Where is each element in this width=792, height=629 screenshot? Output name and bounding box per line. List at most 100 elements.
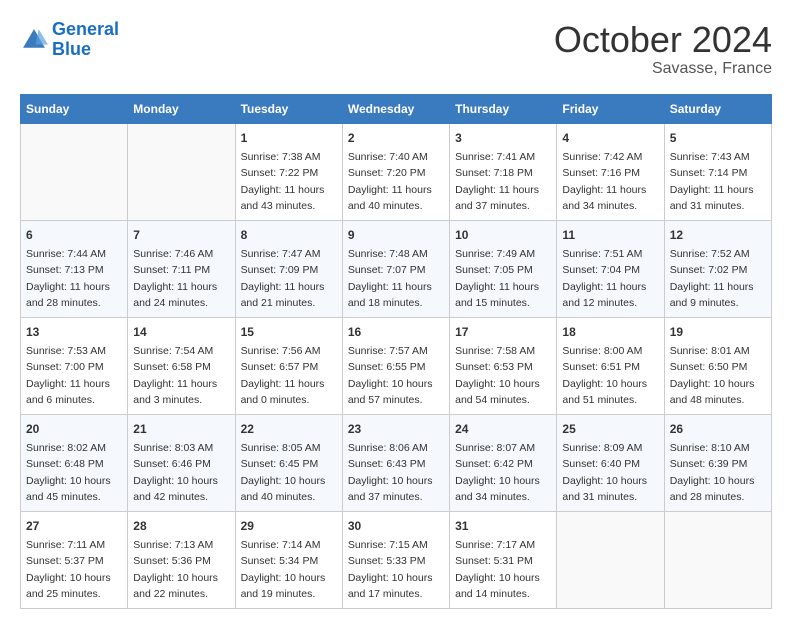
day-info: Sunrise: 8:07 AMSunset: 6:42 PMDaylight:…: [455, 442, 540, 504]
calendar-cell-w5-d7: [664, 511, 771, 608]
calendar-cell-w1-d1: [21, 123, 128, 220]
page-header: General Blue October 2024 Savasse, Franc…: [20, 20, 772, 78]
day-info: Sunrise: 8:10 AMSunset: 6:39 PMDaylight:…: [670, 442, 755, 504]
day-info: Sunrise: 8:01 AMSunset: 6:50 PMDaylight:…: [670, 345, 755, 407]
calendar-body: 1 Sunrise: 7:38 AMSunset: 7:22 PMDayligh…: [21, 123, 772, 608]
calendar-cell-w4-d5: 24 Sunrise: 8:07 AMSunset: 6:42 PMDaylig…: [450, 414, 557, 511]
day-number: 28: [133, 517, 229, 535]
calendar-cell-w4-d2: 21 Sunrise: 8:03 AMSunset: 6:46 PMDaylig…: [128, 414, 235, 511]
day-info: Sunrise: 7:51 AMSunset: 7:04 PMDaylight:…: [562, 248, 646, 310]
day-number: 24: [455, 420, 551, 438]
day-info: Sunrise: 7:40 AMSunset: 7:20 PMDaylight:…: [348, 151, 432, 213]
calendar-cell-w5-d3: 29 Sunrise: 7:14 AMSunset: 5:34 PMDaylig…: [235, 511, 342, 608]
calendar-cell-w3-d1: 13 Sunrise: 7:53 AMSunset: 7:00 PMDaylig…: [21, 317, 128, 414]
calendar-cell-w2-d5: 10 Sunrise: 7:49 AMSunset: 7:05 PMDaylig…: [450, 220, 557, 317]
day-info: Sunrise: 7:14 AMSunset: 5:34 PMDaylight:…: [241, 539, 326, 601]
calendar-cell-w3-d6: 18 Sunrise: 8:00 AMSunset: 6:51 PMDaylig…: [557, 317, 664, 414]
calendar-cell-w2-d6: 11 Sunrise: 7:51 AMSunset: 7:04 PMDaylig…: [557, 220, 664, 317]
calendar-cell-w3-d4: 16 Sunrise: 7:57 AMSunset: 6:55 PMDaylig…: [342, 317, 449, 414]
week-row-2: 6 Sunrise: 7:44 AMSunset: 7:13 PMDayligh…: [21, 220, 772, 317]
day-number: 7: [133, 226, 229, 244]
col-saturday: Saturday: [664, 94, 771, 123]
calendar-cell-w1-d5: 3 Sunrise: 7:41 AMSunset: 7:18 PMDayligh…: [450, 123, 557, 220]
day-number: 16: [348, 323, 444, 341]
calendar-cell-w2-d1: 6 Sunrise: 7:44 AMSunset: 7:13 PMDayligh…: [21, 220, 128, 317]
day-number: 11: [562, 226, 658, 244]
day-number: 9: [348, 226, 444, 244]
day-info: Sunrise: 7:38 AMSunset: 7:22 PMDaylight:…: [241, 151, 325, 213]
day-number: 13: [26, 323, 122, 341]
day-info: Sunrise: 7:58 AMSunset: 6:53 PMDaylight:…: [455, 345, 540, 407]
col-friday: Friday: [557, 94, 664, 123]
logo: General Blue: [20, 20, 119, 60]
col-wednesday: Wednesday: [342, 94, 449, 123]
title-block: October 2024 Savasse, France: [554, 20, 772, 78]
calendar-cell-w3-d2: 14 Sunrise: 7:54 AMSunset: 6:58 PMDaylig…: [128, 317, 235, 414]
calendar-cell-w1-d7: 5 Sunrise: 7:43 AMSunset: 7:14 PMDayligh…: [664, 123, 771, 220]
logo-line1: General: [52, 19, 119, 39]
day-number: 20: [26, 420, 122, 438]
calendar-cell-w4-d4: 23 Sunrise: 8:06 AMSunset: 6:43 PMDaylig…: [342, 414, 449, 511]
calendar-cell-w5-d6: [557, 511, 664, 608]
day-info: Sunrise: 7:17 AMSunset: 5:31 PMDaylight:…: [455, 539, 540, 601]
day-number: 5: [670, 129, 766, 147]
calendar-cell-w1-d4: 2 Sunrise: 7:40 AMSunset: 7:20 PMDayligh…: [342, 123, 449, 220]
week-row-4: 20 Sunrise: 8:02 AMSunset: 6:48 PMDaylig…: [21, 414, 772, 511]
day-info: Sunrise: 7:46 AMSunset: 7:11 PMDaylight:…: [133, 248, 217, 310]
day-info: Sunrise: 7:57 AMSunset: 6:55 PMDaylight:…: [348, 345, 433, 407]
calendar-cell-w1-d6: 4 Sunrise: 7:42 AMSunset: 7:16 PMDayligh…: [557, 123, 664, 220]
day-info: Sunrise: 7:56 AMSunset: 6:57 PMDaylight:…: [241, 345, 325, 407]
day-number: 2: [348, 129, 444, 147]
calendar-cell-w2-d2: 7 Sunrise: 7:46 AMSunset: 7:11 PMDayligh…: [128, 220, 235, 317]
calendar-table: Sunday Monday Tuesday Wednesday Thursday…: [20, 94, 772, 609]
col-sunday: Sunday: [21, 94, 128, 123]
day-number: 1: [241, 129, 337, 147]
day-number: 4: [562, 129, 658, 147]
col-monday: Monday: [128, 94, 235, 123]
day-info: Sunrise: 7:15 AMSunset: 5:33 PMDaylight:…: [348, 539, 433, 601]
calendar-header: Sunday Monday Tuesday Wednesday Thursday…: [21, 94, 772, 123]
week-row-3: 13 Sunrise: 7:53 AMSunset: 7:00 PMDaylig…: [21, 317, 772, 414]
day-number: 30: [348, 517, 444, 535]
calendar-cell-w2-d7: 12 Sunrise: 7:52 AMSunset: 7:02 PMDaylig…: [664, 220, 771, 317]
location-subtitle: Savasse, France: [554, 60, 772, 78]
day-info: Sunrise: 7:48 AMSunset: 7:07 PMDaylight:…: [348, 248, 432, 310]
day-number: 10: [455, 226, 551, 244]
day-number: 26: [670, 420, 766, 438]
col-thursday: Thursday: [450, 94, 557, 123]
day-info: Sunrise: 8:00 AMSunset: 6:51 PMDaylight:…: [562, 345, 647, 407]
day-number: 14: [133, 323, 229, 341]
day-info: Sunrise: 7:42 AMSunset: 7:16 PMDaylight:…: [562, 151, 646, 213]
calendar-cell-w1-d2: [128, 123, 235, 220]
day-number: 22: [241, 420, 337, 438]
logo-line2: Blue: [52, 39, 91, 59]
calendar-cell-w1-d3: 1 Sunrise: 7:38 AMSunset: 7:22 PMDayligh…: [235, 123, 342, 220]
calendar-cell-w3-d7: 19 Sunrise: 8:01 AMSunset: 6:50 PMDaylig…: [664, 317, 771, 414]
day-number: 23: [348, 420, 444, 438]
day-info: Sunrise: 7:52 AMSunset: 7:02 PMDaylight:…: [670, 248, 754, 310]
day-number: 15: [241, 323, 337, 341]
calendar-cell-w5-d4: 30 Sunrise: 7:15 AMSunset: 5:33 PMDaylig…: [342, 511, 449, 608]
day-number: 6: [26, 226, 122, 244]
day-info: Sunrise: 8:02 AMSunset: 6:48 PMDaylight:…: [26, 442, 111, 504]
calendar-cell-w3-d3: 15 Sunrise: 7:56 AMSunset: 6:57 PMDaylig…: [235, 317, 342, 414]
calendar-cell-w4-d1: 20 Sunrise: 8:02 AMSunset: 6:48 PMDaylig…: [21, 414, 128, 511]
calendar-cell-w5-d5: 31 Sunrise: 7:17 AMSunset: 5:31 PMDaylig…: [450, 511, 557, 608]
day-number: 29: [241, 517, 337, 535]
calendar-cell-w3-d5: 17 Sunrise: 7:58 AMSunset: 6:53 PMDaylig…: [450, 317, 557, 414]
logo-text: General Blue: [52, 20, 119, 60]
week-row-5: 27 Sunrise: 7:11 AMSunset: 5:37 PMDaylig…: [21, 511, 772, 608]
week-row-1: 1 Sunrise: 7:38 AMSunset: 7:22 PMDayligh…: [21, 123, 772, 220]
day-info: Sunrise: 7:53 AMSunset: 7:00 PMDaylight:…: [26, 345, 110, 407]
calendar-cell-w4-d3: 22 Sunrise: 8:05 AMSunset: 6:45 PMDaylig…: [235, 414, 342, 511]
day-number: 27: [26, 517, 122, 535]
day-info: Sunrise: 8:03 AMSunset: 6:46 PMDaylight:…: [133, 442, 218, 504]
month-title: October 2024: [554, 20, 772, 60]
day-number: 8: [241, 226, 337, 244]
day-number: 3: [455, 129, 551, 147]
calendar-cell-w2-d4: 9 Sunrise: 7:48 AMSunset: 7:07 PMDayligh…: [342, 220, 449, 317]
calendar-cell-w4-d6: 25 Sunrise: 8:09 AMSunset: 6:40 PMDaylig…: [557, 414, 664, 511]
day-info: Sunrise: 7:49 AMSunset: 7:05 PMDaylight:…: [455, 248, 539, 310]
day-info: Sunrise: 7:47 AMSunset: 7:09 PMDaylight:…: [241, 248, 325, 310]
day-info: Sunrise: 7:41 AMSunset: 7:18 PMDaylight:…: [455, 151, 539, 213]
